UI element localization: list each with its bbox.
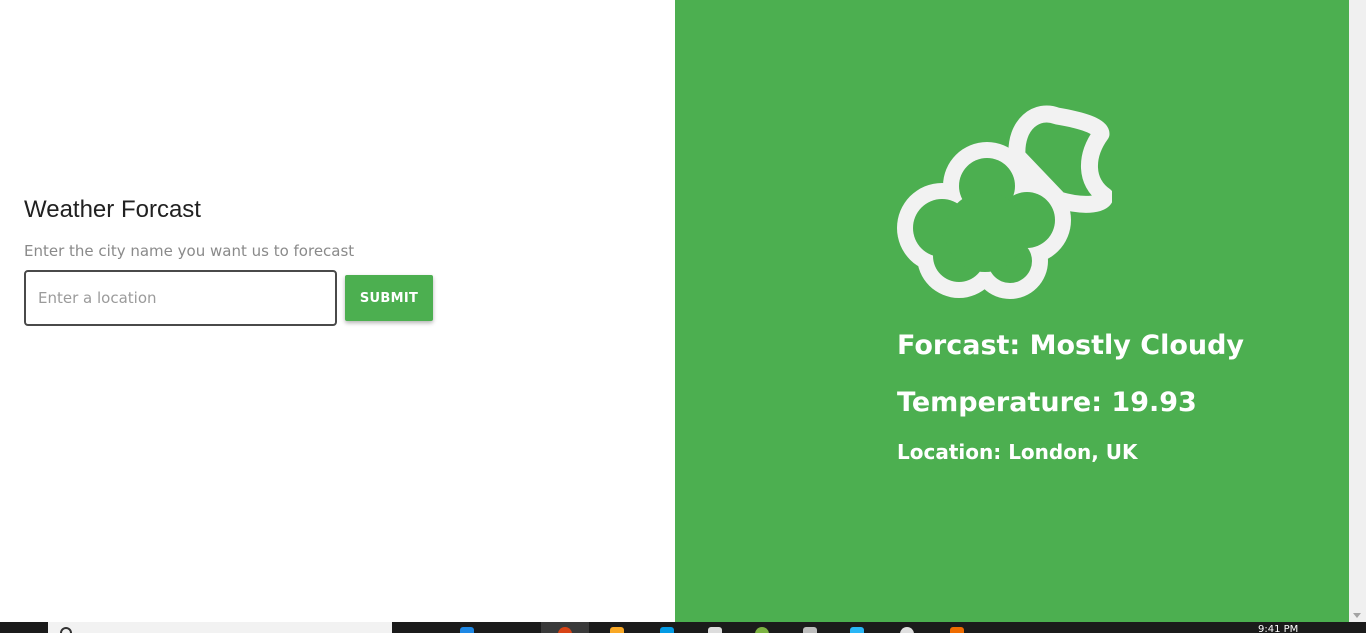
vertical-scrollbar[interactable]: [1349, 0, 1366, 622]
store-icon[interactable]: [660, 627, 674, 633]
tool-icon[interactable]: [803, 627, 817, 633]
taskbar-search-box[interactable]: [48, 622, 392, 633]
forecast-panel: Forcast: Mostly Cloudy Temperature: 19.9…: [675, 0, 1349, 622]
location-input[interactable]: [24, 270, 337, 326]
search-panel: Weather Forcast Enter the city name you …: [0, 0, 675, 622]
taskbar: 9:41 PM: [0, 622, 1366, 633]
scroll-down-icon[interactable]: [1353, 613, 1361, 618]
taskbar-active-app[interactable]: [541, 622, 589, 633]
photos-icon[interactable]: [850, 627, 864, 633]
search-row: SUBMIT: [24, 270, 433, 326]
forecast-info: Forcast: Mostly Cloudy Temperature: 19.9…: [897, 330, 1244, 464]
submit-button[interactable]: SUBMIT: [345, 275, 433, 321]
search-icon: [60, 627, 72, 633]
temperature-text: Temperature: 19.93: [897, 387, 1197, 418]
search-form: Weather Forcast Enter the city name you …: [24, 196, 433, 326]
media-icon[interactable]: [950, 627, 964, 633]
location-text: Location: London, UK: [897, 440, 1138, 464]
page: Weather Forcast Enter the city name you …: [0, 0, 1366, 633]
partly-cloudy-night-icon: [897, 105, 1112, 299]
document-icon[interactable]: [708, 627, 722, 633]
page-title: Weather Forcast: [24, 196, 201, 223]
chrome-icon: [558, 627, 572, 633]
app-icon[interactable]: [755, 627, 769, 633]
forecast-text: Forcast: Mostly Cloudy: [897, 330, 1245, 361]
file-explorer-icon[interactable]: [610, 627, 624, 633]
page-subtitle: Enter the city name you want us to forec…: [24, 242, 355, 260]
edge-icon[interactable]: [460, 627, 474, 633]
taskbar-clock[interactable]: 9:41 PM: [1258, 625, 1298, 633]
browser-icon[interactable]: [900, 627, 914, 633]
